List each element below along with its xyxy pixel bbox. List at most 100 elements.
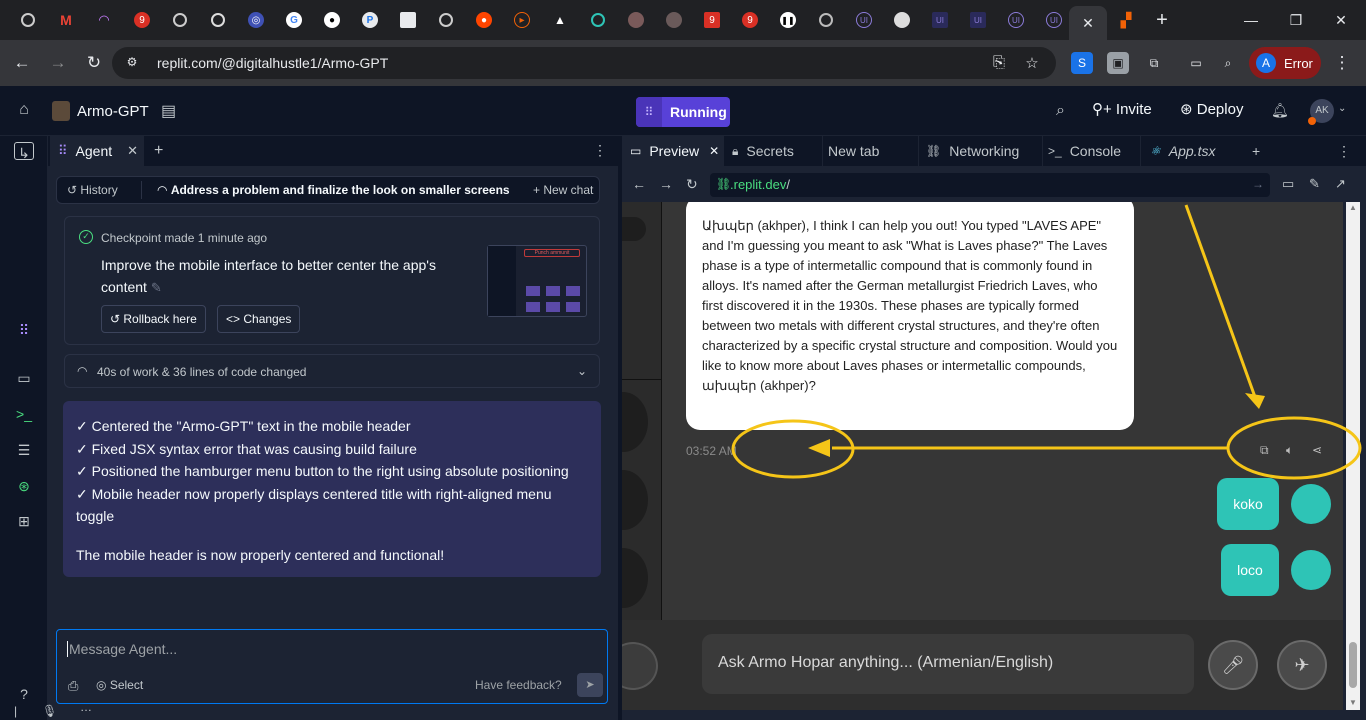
browser-tab[interactable]: 9 [731, 6, 769, 34]
side-panel-icon[interactable]: ▭ [1185, 52, 1207, 74]
close-window-button[interactable]: ✕ [1326, 8, 1356, 32]
chevron-down-icon[interactable]: ⌄ [1338, 103, 1346, 114]
reload-button[interactable]: ↻ [83, 52, 105, 74]
project-info-icon[interactable]: ▤ [161, 101, 176, 121]
agent-icon[interactable]: ⠿ [14, 320, 34, 340]
search-tab-icon[interactable]: ⌕ [1217, 52, 1239, 74]
project-title[interactable]: Armo-GPT [77, 103, 149, 120]
more-icon[interactable]: … [80, 700, 92, 714]
tab-agent[interactable]: ⠿ Agent ✕ [50, 136, 144, 166]
tab-networking[interactable]: ⛓ Networking [926, 136, 1042, 166]
browser-tab[interactable]: UI [921, 6, 959, 34]
add-tab-button[interactable]: + [154, 142, 163, 160]
help-icon[interactable]: ? [14, 684, 34, 704]
changes-button[interactable]: <> Changes [217, 305, 301, 333]
install-app-icon[interactable]: ⎘ [990, 54, 1008, 72]
more-options-icon[interactable]: ⋮ [593, 142, 607, 159]
select-button[interactable]: ◎ Select [96, 678, 143, 692]
tab-new-tab[interactable]: New tab [828, 136, 918, 166]
browser-tab[interactable]: G [275, 6, 313, 34]
more-options-icon[interactable]: ⋮ [1337, 136, 1351, 166]
minimize-button[interactable]: — [1236, 8, 1266, 32]
browser-tab[interactable] [161, 6, 199, 34]
browser-tab[interactable]: ▞ [1107, 6, 1145, 34]
open-new-window-icon[interactable]: ↗ [1335, 176, 1346, 192]
back-button[interactable]: ← [11, 52, 33, 74]
add-tab-button[interactable]: + [1252, 136, 1260, 166]
browser-tab[interactable] [807, 6, 845, 34]
deploy-button[interactable]: ⊛ Deploy [1180, 100, 1243, 118]
send-button[interactable]: ✈ [1277, 640, 1327, 690]
attach-icon[interactable]: ⎙ [68, 678, 78, 694]
address-bar[interactable]: ⚙ replit.com/@digitalhustle1/Armo-GPT ⎘ … [112, 47, 1056, 79]
scroll-up-icon[interactable]: ▲ [1348, 203, 1358, 212]
all-tools-icon[interactable]: ⊞ [14, 511, 34, 531]
extension-puzzle-box-icon[interactable]: ▣ [1107, 52, 1129, 74]
tab-app-tsx[interactable]: ⚛ App.tsx [1150, 136, 1242, 166]
deployments-icon[interactable]: ⊛ [14, 476, 34, 496]
browser-tab[interactable]: ❚❚ [769, 6, 807, 34]
speaker-icon[interactable]: 🔈︎ [1286, 443, 1293, 458]
browser-tab[interactable]: 9 [693, 6, 731, 34]
browser-tab[interactable] [579, 6, 617, 34]
browser-tab[interactable]: ▲ [541, 6, 579, 34]
browser-tab[interactable]: ● [313, 6, 351, 34]
scroll-down-icon[interactable]: ▼ [1348, 698, 1358, 707]
maximize-button[interactable]: ❐ [1281, 8, 1311, 32]
reload-icon[interactable]: ↻ [686, 176, 698, 193]
browser-tab[interactable]: M [47, 6, 85, 34]
history-button[interactable]: ↺ History [67, 183, 118, 197]
browser-tab[interactable] [199, 6, 237, 34]
chevron-down-icon[interactable]: ⌄ [577, 364, 587, 378]
devtools-icon[interactable]: ✎ [1309, 176, 1320, 192]
send-button[interactable]: ➤ [577, 673, 603, 697]
file-tree-icon[interactable]: ↳ [14, 142, 34, 161]
bell-icon[interactable]: 🔔︎ [1271, 102, 1289, 119]
go-arrow-icon[interactable]: → [1252, 177, 1264, 191]
extensions-icon[interactable]: ⧉ [1143, 52, 1165, 74]
bookmark-star-icon[interactable]: ☆ [1023, 54, 1041, 72]
run-button[interactable]: ⠿ Running [636, 97, 730, 127]
browser-tab[interactable]: 9 [123, 6, 161, 34]
invite-button[interactable]: ⚲+ Invite [1092, 100, 1152, 118]
browser-tab[interactable] [883, 6, 921, 34]
browser-tab[interactable]: ◠ [85, 6, 123, 34]
browser-menu-icon[interactable]: ⋮ [1331, 52, 1353, 74]
copy-icon[interactable]: ⧉ [1260, 443, 1269, 458]
preview-scrollbar[interactable]: ▲ ▼ [1346, 202, 1360, 710]
new-tab-button[interactable]: + [1150, 8, 1174, 32]
back-icon[interactable]: ← [632, 176, 646, 192]
home-icon[interactable]: ⌂ [14, 101, 34, 121]
scroll-thumb[interactable] [1349, 642, 1357, 688]
forward-button[interactable]: → [47, 52, 69, 74]
feedback-link[interactable]: Have feedback? [475, 678, 562, 692]
browser-tab[interactable]: UI [1035, 6, 1073, 34]
thread-title[interactable]: ◠ Address a problem and finalize the loo… [157, 183, 510, 197]
pencil-icon[interactable]: ✎ [151, 280, 162, 295]
rollback-button[interactable]: ↺ Rollback here [101, 305, 206, 333]
browser-tab[interactable] [655, 6, 693, 34]
mic-icon[interactable]: 🎙︎ [42, 704, 57, 718]
profile-button[interactable]: A Error [1249, 47, 1321, 79]
url-text[interactable]: replit.com/@digitalhustle1/Armo-GPT [157, 55, 388, 71]
close-icon[interactable]: ✕ [1082, 15, 1094, 32]
tab-preview[interactable]: ▭ Preview ✕ [622, 136, 724, 166]
browser-tab[interactable]: UI [959, 6, 997, 34]
browser-tab[interactable]: ▸ [503, 6, 541, 34]
mic-button[interactable]: 🎤︎ [1208, 640, 1258, 690]
preview-icon[interactable]: ▭ [14, 368, 34, 388]
checkpoint-thumbnail[interactable]: Punch ammunit [487, 245, 587, 317]
new-chat-button[interactable]: + New chat [533, 183, 593, 197]
close-icon[interactable]: ✕ [127, 143, 138, 159]
share-icon[interactable]: ⋖ [1312, 443, 1322, 457]
browser-tab[interactable] [427, 6, 465, 34]
database-icon[interactable]: ☰ [14, 440, 34, 460]
browser-tab[interactable] [617, 6, 655, 34]
attach-circle-button[interactable] [622, 642, 658, 690]
work-summary-row[interactable]: ◠ 40s of work & 36 lines of code changed… [64, 354, 600, 388]
tab-console[interactable]: >_ Console [1048, 136, 1140, 166]
tab-secrets[interactable]: 🔒︎ Secrets [732, 136, 824, 166]
browser-tab[interactable]: UI [845, 6, 883, 34]
browser-tab[interactable]: ● [465, 6, 503, 34]
site-info-icon[interactable]: ⚙ [124, 55, 140, 71]
